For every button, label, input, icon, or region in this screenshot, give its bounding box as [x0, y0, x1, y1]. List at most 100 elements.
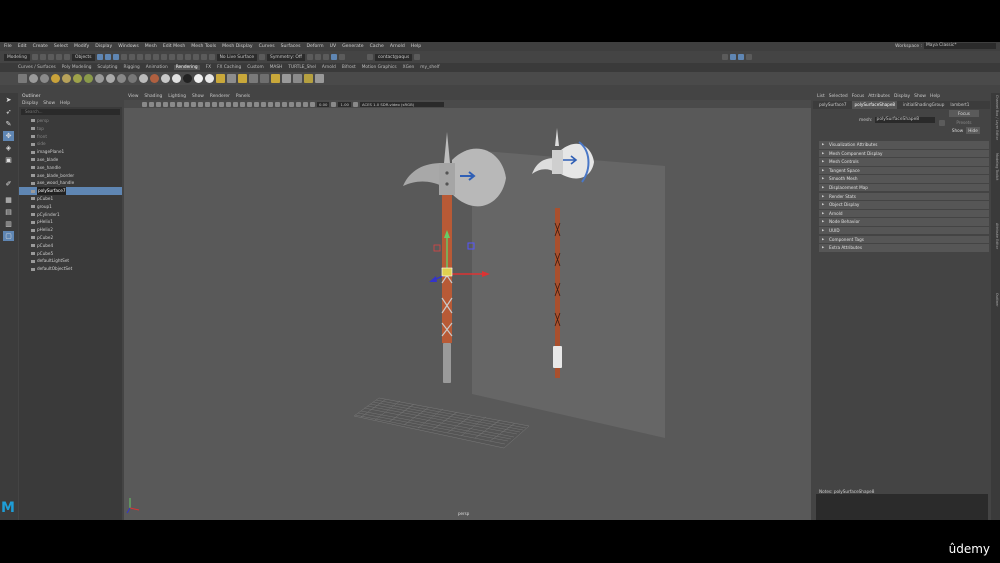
viewport-panel[interactable]: View Shading Lighting Show Renderer Panels — [124, 93, 811, 520]
isolate-select-icon[interactable] — [282, 101, 287, 107]
safe-title-icon[interactable] — [212, 101, 217, 107]
grid-toggle-icon[interactable] — [170, 101, 175, 107]
show-button[interactable]: Show — [950, 127, 965, 134]
paint-select-tool-icon[interactable]: ✎ — [3, 119, 14, 129]
hypershade-shelf-icon[interactable] — [271, 74, 280, 83]
attr-tab[interactable]: polySurfaceShape8 — [852, 101, 898, 109]
spot-light-icon[interactable] — [62, 74, 71, 83]
menu-help[interactable]: Help — [411, 44, 421, 49]
gamma-field[interactable]: 1.00 — [338, 101, 351, 107]
outliner-item[interactable]: defaultObjectSet — [19, 265, 122, 273]
outliner-item[interactable]: pHelix1 — [19, 218, 122, 226]
backface-culling-icon[interactable] — [303, 101, 308, 107]
toggle-modeling-toolkit-icon[interactable] — [730, 54, 737, 60]
symmetry-dropdown[interactable]: Symmetry: Off — [267, 53, 305, 61]
shelf-tab-turtle-shel[interactable]: TURTLE_Shel — [288, 65, 316, 70]
field-chart-icon[interactable] — [198, 101, 203, 107]
ambient-occlusion-icon[interactable] — [261, 101, 266, 107]
attr-section-mesh-component-display[interactable]: Mesh Component Display — [819, 149, 989, 158]
outliner-menu-help[interactable]: Help — [60, 100, 70, 107]
ramp-texture-icon[interactable] — [249, 74, 258, 83]
viewport-scene[interactable] — [124, 108, 811, 520]
scale-tool-icon[interactable]: ▣ — [3, 155, 14, 165]
attr-section-object-display[interactable]: Object Display — [819, 201, 989, 209]
menu-modify[interactable]: Modify — [74, 44, 89, 49]
wireframe-on-shaded-icon[interactable] — [233, 101, 238, 107]
outliner-item[interactable]: imagePlane1 — [19, 148, 122, 156]
login-dropdown[interactable]: contact@aqus — [374, 53, 413, 61]
menu-mesh-tools[interactable]: Mesh Tools — [191, 44, 216, 49]
attr-menu-help[interactable]: Help — [930, 93, 940, 101]
camera-icon[interactable] — [29, 74, 38, 83]
axe-pommel[interactable] — [443, 343, 451, 383]
anti-aliasing-icon[interactable] — [275, 101, 280, 107]
viewport-menu-renderer[interactable]: Renderer — [210, 93, 230, 100]
blinn-icon[interactable] — [106, 74, 115, 83]
login-icon[interactable] — [366, 54, 373, 60]
exposure-field[interactable]: 0.00 — [317, 101, 330, 107]
viewport-menu-lighting[interactable]: Lighting — [168, 93, 186, 100]
white-shader-icon[interactable] — [194, 74, 203, 83]
attr-section-visualization-attributes[interactable]: Visualization Attributes — [819, 141, 989, 149]
shelf-tab-my-shelf[interactable]: my_shelf — [420, 65, 439, 70]
attr-section-displacement-map[interactable]: Displacement Map — [819, 183, 989, 192]
area-light-icon[interactable] — [73, 74, 82, 83]
render-setup-icon[interactable] — [282, 74, 291, 83]
image-plane[interactable] — [472, 150, 665, 438]
presets-icon[interactable] — [939, 120, 945, 126]
attr-tab[interactable]: initialShadingGroup — [903, 101, 944, 109]
gate-mask-icon[interactable] — [191, 101, 196, 107]
make-live-icon[interactable] — [208, 54, 215, 60]
menu-edit[interactable]: Edit — [18, 44, 27, 49]
hide-button[interactable]: Hide — [966, 127, 980, 134]
four-view-layout-icon[interactable]: ▤ — [3, 207, 14, 217]
outliner-item[interactable]: pCylinder1 — [19, 211, 122, 219]
menu-arnold[interactable]: Arnold — [390, 44, 405, 49]
selection-mode-dropdown[interactable]: Objects — [71, 53, 95, 61]
safe-action-icon[interactable] — [205, 101, 210, 107]
bookmarks-icon[interactable] — [156, 101, 161, 107]
menu-mesh-display[interactable]: Mesh Display — [222, 44, 253, 49]
side-tab-attribute-editor[interactable]: Attribute Editor — [992, 223, 999, 249]
smooth-shade-icon[interactable] — [226, 101, 231, 107]
menu-set-dropdown[interactable]: Modeling — [4, 53, 30, 61]
point-light-icon[interactable] — [40, 74, 49, 83]
camera-attributes-icon[interactable] — [149, 101, 154, 107]
select-by-hierarchy-icon[interactable] — [96, 54, 103, 60]
attr-section-component-tags[interactable]: Component Tags — [819, 235, 989, 244]
new-scene-icon[interactable] — [31, 54, 38, 60]
outliner-item[interactable]: axe_blade_border — [19, 172, 122, 180]
volume-light-icon[interactable] — [84, 74, 93, 83]
attr-section-mesh-controls[interactable]: Mesh Controls — [819, 158, 989, 166]
outliner-item[interactable]: pCube2 — [19, 234, 122, 242]
workspace-selector[interactable]: Workspace : Maya Classic* — [895, 43, 996, 49]
toggle-attribute-editor-icon[interactable] — [738, 54, 745, 60]
shelf-tab-custom[interactable]: Custom — [247, 65, 263, 70]
rotate-tool-icon[interactable]: ◈ — [3, 143, 14, 153]
gamma-icon[interactable] — [331, 101, 337, 107]
menu-surfaces[interactable]: Surfaces — [281, 44, 301, 49]
shelf-tab-animation[interactable]: Animation — [146, 65, 168, 70]
arnold-render-view-icon[interactable] — [338, 54, 345, 60]
outliner-item[interactable]: pCube1 — [19, 195, 122, 203]
outliner-search-input[interactable]: Search... — [21, 109, 120, 115]
image-plane-icon[interactable] — [163, 101, 168, 107]
outliner-layout-icon[interactable]: ▢ — [3, 231, 14, 241]
file-texture-icon[interactable] — [227, 74, 236, 83]
view-transform-dropdown[interactable]: ACES 1.0 SDR-video (sRGB) — [359, 101, 444, 107]
snap-point-icon[interactable] — [192, 54, 199, 60]
shelf-tab-fx-caching[interactable]: FX Caching — [217, 65, 241, 70]
last-tool-icon[interactable]: ✐ — [3, 179, 14, 189]
move-tool-icon[interactable]: ✥ — [3, 131, 14, 141]
attr-menu-display[interactable]: Display — [894, 93, 910, 101]
textured-icon[interactable] — [240, 101, 245, 107]
center-handle[interactable] — [441, 267, 453, 277]
outliner-item[interactable]: persp — [19, 117, 122, 125]
wireframe-icon[interactable] — [219, 101, 224, 107]
outliner-menu-show[interactable]: Show — [43, 100, 55, 107]
menu-edit-mesh[interactable]: Edit Mesh — [163, 44, 185, 49]
attr-section-smooth-mesh[interactable]: Smooth Mesh — [819, 175, 989, 183]
save-scene-icon[interactable] — [47, 54, 54, 60]
mask-dynamics-icon[interactable] — [160, 54, 167, 60]
shelf-tab-xgen[interactable]: XGen — [403, 65, 415, 70]
